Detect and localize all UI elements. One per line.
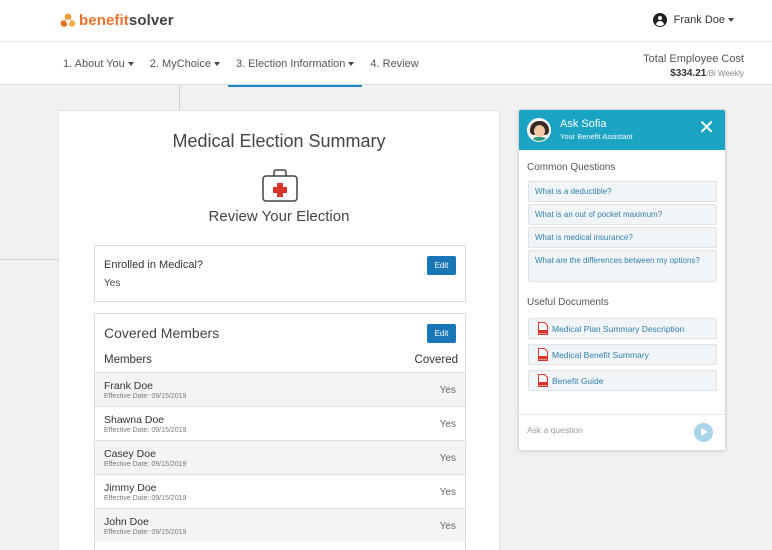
user-avatar-icon [652, 13, 667, 27]
member-name: Frank Doe [104, 380, 154, 392]
members-table-header: Members Covered [104, 354, 458, 366]
close-icon[interactable]: ✕ [698, 118, 715, 138]
document-label: Benefit Guide [552, 376, 604, 386]
tab-mychoice[interactable]: 2. MyChoice [142, 42, 228, 86]
pdf-icon [538, 374, 548, 387]
page-subtitle: Review Your Election [208, 208, 350, 225]
col-covered: Covered [414, 354, 458, 366]
enrolled-answer: Yes [104, 278, 121, 289]
ask-sofia-chat-panel: Ask Sofia Your Benefit Assistant ✕ Commo… [518, 109, 726, 451]
covered-members-panel: Covered Members Edit Members Covered Fra… [94, 313, 466, 550]
edit-members-button[interactable]: Edit [427, 324, 456, 343]
question-button[interactable]: What is a deductible? [528, 181, 717, 202]
assistant-avatar [527, 118, 551, 142]
table-row: Jimmy Doe Effective Date: 09/15/2019 Yes [95, 474, 465, 508]
tab-about-you[interactable]: 1. About You [55, 42, 142, 86]
election-summary-card: Medical Election Summary Review Your Ele… [58, 110, 500, 550]
member-name: John Doe [104, 516, 149, 528]
members-table: Frank Doe Effective Date: 09/15/2019 Yes… [95, 372, 465, 542]
assistant-subtitle: Your Benefit Assistant [560, 132, 633, 141]
total-cost-label: Total Employee Cost [643, 53, 744, 65]
member-name: Jimmy Doe [104, 482, 157, 494]
page-title: Medical Election Summary [172, 131, 386, 151]
member-covered: Yes [439, 453, 456, 464]
tab-label: 1. About You [63, 58, 125, 70]
chevron-down-icon [728, 18, 734, 22]
chat-input-bar [519, 414, 725, 450]
pdf-icon [538, 322, 548, 335]
document-link[interactable]: Medical Plan Summary Description [528, 318, 717, 339]
total-cost-amount: $334.21/Bi Weekly [643, 68, 744, 79]
member-effective-date: Effective Date: 09/15/2019 [104, 495, 187, 502]
step-tabs: 1. About You 2. MyChoice 3. Election Inf… [55, 42, 427, 87]
tab-label: 2. MyChoice [149, 58, 211, 70]
member-covered: Yes [439, 385, 456, 396]
member-name: Casey Doe [104, 448, 156, 460]
member-name: Shawna Doe [104, 414, 165, 426]
nav-bar: 1. About You 2. MyChoice 3. Election Inf… [0, 41, 772, 87]
question-button[interactable]: What is medical insurance? [528, 227, 717, 248]
table-row: Frank Doe Effective Date: 09/15/2019 Yes [95, 372, 465, 406]
medical-kit-icon [262, 169, 298, 202]
chevron-down-icon [348, 62, 355, 67]
cost-amount-value: $334.21 [670, 68, 707, 79]
enrolled-question: Enrolled in Medical? [104, 259, 204, 271]
member-covered: Yes [439, 487, 456, 498]
brand-name-part2: solver [128, 12, 174, 29]
chevron-down-icon [127, 62, 134, 67]
user-menu[interactable]: Frank Doe [652, 13, 734, 27]
col-members: Members [104, 354, 152, 366]
member-effective-date: Effective Date: 09/15/2019 [104, 427, 187, 434]
member-effective-date: Effective Date: 09/15/2019 [104, 393, 187, 400]
question-button[interactable]: What is an out of pocket maximum? [528, 204, 717, 225]
pdf-icon [538, 348, 548, 361]
document-label: Medical Plan Summary Description [552, 324, 685, 334]
user-name: Frank Doe [673, 14, 725, 26]
brand-mark-icon [60, 13, 76, 27]
tab-review[interactable]: 4. Review [362, 42, 426, 86]
enrollment-panel: Enrolled in Medical? Yes Edit [94, 245, 466, 302]
cost-period: /Bi Weekly [706, 69, 744, 78]
table-row: Shawna Doe Effective Date: 09/15/2019 Ye… [95, 406, 465, 440]
document-link[interactable]: Benefit Guide [528, 370, 717, 391]
common-questions-heading: Common Questions [527, 162, 616, 173]
chat-header: Ask Sofia Your Benefit Assistant ✕ [519, 110, 725, 150]
brand-name-part1: benefit [79, 12, 129, 29]
member-effective-date: Effective Date: 09/15/2019 [104, 461, 187, 468]
member-covered: Yes [439, 521, 456, 532]
tab-label: 3. Election Information [235, 58, 346, 70]
member-covered: Yes [439, 419, 456, 430]
question-button[interactable]: What are the differences between my opti… [528, 250, 717, 282]
covered-members-heading: Covered Members [104, 325, 220, 341]
top-bar: benefit solver Frank Doe [0, 0, 772, 41]
useful-documents-heading: Useful Documents [527, 297, 609, 308]
document-link[interactable]: Medical Benefit Summary [528, 344, 717, 365]
table-row: John Doe Effective Date: 09/15/2019 Yes [95, 508, 465, 542]
chevron-down-icon [213, 62, 220, 67]
edit-enrollment-button[interactable]: Edit [427, 256, 456, 275]
table-row: Casey Doe Effective Date: 09/15/2019 Yes [95, 440, 465, 474]
document-label: Medical Benefit Summary [552, 350, 649, 360]
member-effective-date: Effective Date: 09/15/2019 [104, 529, 187, 536]
send-icon[interactable] [694, 423, 713, 442]
tab-label: 4. Review [370, 58, 419, 70]
chat-input[interactable] [527, 425, 677, 435]
tab-election-information[interactable]: 3. Election Information [227, 42, 363, 87]
assistant-name: Ask Sofia [560, 118, 607, 130]
total-cost: Total Employee Cost $334.21/Bi Weekly [643, 53, 744, 79]
brand-logo[interactable]: benefit solver [60, 12, 174, 29]
